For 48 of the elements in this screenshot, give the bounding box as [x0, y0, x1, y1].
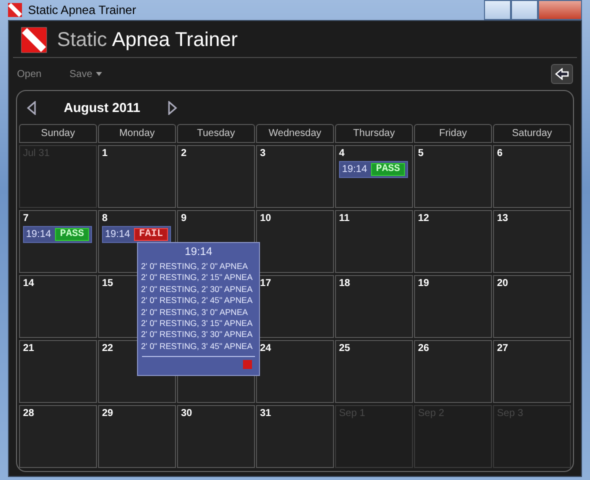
- day-number: 17: [260, 278, 272, 290]
- day-number: 26: [418, 343, 430, 355]
- day-number: 12: [418, 213, 430, 225]
- day-number: 11: [339, 213, 350, 225]
- popup-title: 19:14: [184, 246, 214, 258]
- session-step: 2' 0" RESTING, 2' 15" APNEA: [141, 272, 256, 284]
- day-number: 8: [102, 213, 108, 225]
- day-number: 2: [181, 148, 187, 160]
- day-number: 7: [23, 213, 29, 225]
- day-number: 24: [260, 343, 272, 355]
- day-number: 28: [23, 408, 34, 420]
- session-step: 2' 0" RESTING, 3' 45" APNEA: [141, 340, 256, 352]
- weekday-header: Friday: [414, 124, 492, 143]
- weekday-header: Saturday: [493, 124, 571, 143]
- day-number: 15: [102, 278, 114, 290]
- weekday-header: Tuesday: [177, 124, 255, 143]
- day-number: 25: [339, 343, 350, 355]
- day-number: 30: [181, 408, 192, 420]
- app-title: Apnea Trainer: [112, 28, 238, 52]
- day-number: 3: [260, 148, 266, 160]
- day-number: 21: [23, 343, 34, 355]
- day-number: 27: [497, 343, 508, 355]
- day-number: 10: [260, 213, 272, 225]
- day-number: 18: [339, 278, 350, 290]
- day-number: 20: [497, 278, 508, 290]
- day-number: 29: [102, 408, 114, 420]
- day-number: 13: [497, 213, 508, 225]
- day-number: 9: [181, 213, 187, 225]
- day-number: 31: [260, 408, 272, 420]
- day-number: 5: [418, 148, 424, 160]
- weekday-header: Thursday: [335, 124, 413, 143]
- session-step: 2' 0" RESTING, 2' 45" APNEA: [141, 295, 256, 307]
- session-step: 2' 0" RESTING, 3' 15" APNEA: [141, 318, 256, 330]
- day-number: 19: [418, 278, 430, 290]
- weekday-header: Monday: [98, 124, 176, 143]
- day-number: 22: [102, 343, 114, 355]
- app-title-light: Static: [57, 28, 108, 52]
- month-title: August 2011: [62, 100, 142, 115]
- day-number: 1: [102, 148, 108, 160]
- session-step: 2' 0" RESTING, 3' 30" APNEA: [141, 329, 256, 341]
- day-number: 14: [23, 278, 34, 290]
- session-step: 2' 0" RESTING, 2' 30" APNEA: [141, 284, 256, 296]
- weekday-header: Sunday: [19, 124, 97, 143]
- weekday-header: Wednesday: [256, 124, 334, 143]
- day-number: 4: [339, 148, 345, 160]
- day-number: 6: [497, 148, 503, 160]
- window-title: Static Apnea Trainer: [28, 3, 136, 17]
- session-step: 2' 0" RESTING, 3' 0" APNEA: [141, 306, 256, 318]
